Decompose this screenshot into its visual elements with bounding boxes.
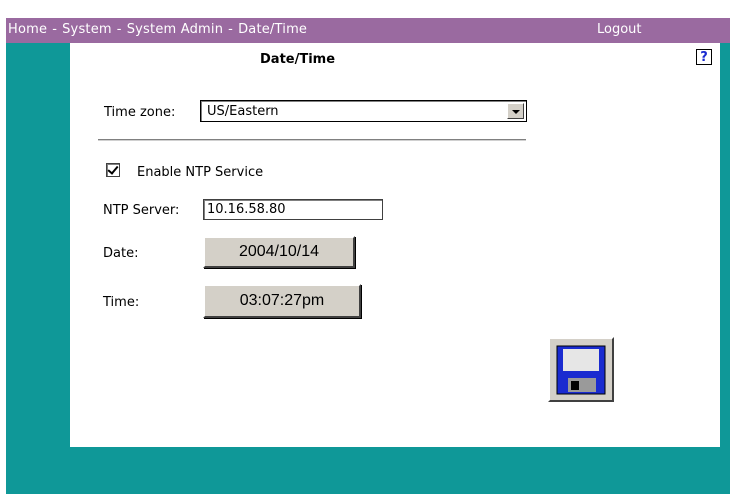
floppy-disk-icon [556, 345, 606, 395]
breadcrumb-separator: - [228, 22, 234, 37]
breadcrumb-separator: - [116, 22, 122, 37]
divider [98, 139, 526, 141]
ntp-server-input[interactable] [203, 199, 383, 220]
time-label: Time: [103, 295, 140, 310]
save-button[interactable] [548, 337, 614, 402]
chevron-down-icon[interactable] [507, 103, 524, 119]
timezone-label: Time zone: [104, 105, 176, 120]
timezone-select[interactable]: US/Eastern [200, 100, 527, 122]
header-bar: Home - System - System Admin - Date/Time Logou… [6, 18, 730, 43]
help-icon[interactable]: ? [696, 49, 712, 65]
enable-ntp-checkbox[interactable] [106, 163, 120, 177]
top-gap [0, 0, 736, 8]
date-button[interactable]: 2004/10/14 [203, 236, 355, 268]
breadcrumb-date-time[interactable]: Date/Time [238, 22, 307, 37]
date-label: Date: [103, 246, 139, 261]
ntp-server-label: NTP Server: [103, 203, 180, 218]
breadcrumb-home[interactable]: Home [8, 22, 47, 37]
breadcrumb: Home - System - System Admin - Date/Time [8, 22, 307, 37]
page-title: Date/Time [260, 52, 336, 67]
breadcrumb-separator: - [52, 22, 58, 37]
timezone-selected-value: US/Eastern [207, 104, 279, 119]
app-frame: Home - System - System Admin - Date/Time Logou… [0, 0, 736, 494]
enable-ntp-label: Enable NTP Service [137, 165, 264, 180]
logout-link[interactable]: Logout [597, 22, 642, 37]
time-button[interactable]: 03:07:27pm [203, 284, 361, 318]
breadcrumb-system-admin[interactable]: System Admin [127, 22, 223, 37]
breadcrumb-system[interactable]: System [62, 22, 112, 37]
